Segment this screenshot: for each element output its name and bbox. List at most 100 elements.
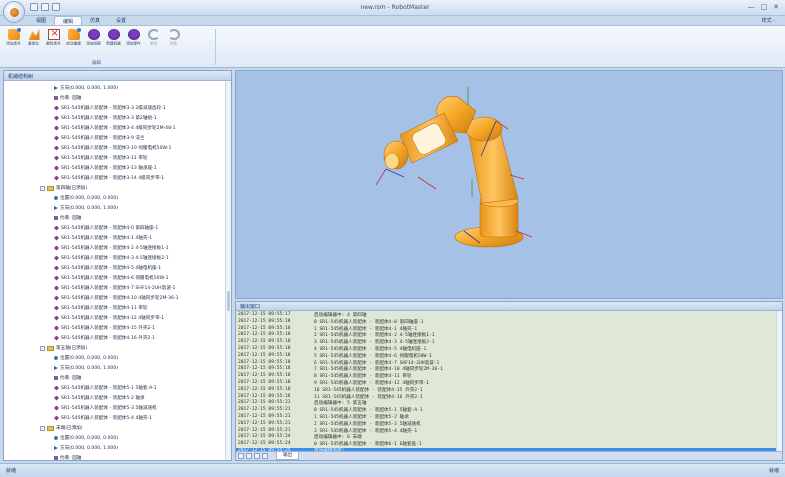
output-message: 2 SR1-545机器人装配体 - 装配体5-3 5轴减速机 xyxy=(314,421,421,427)
scrollbar-thumb[interactable] xyxy=(227,291,230,311)
tree-item[interactable]: 约束: 固轴 xyxy=(4,373,226,383)
minimize-button[interactable]: — xyxy=(748,3,755,11)
3d-viewport[interactable] xyxy=(235,70,783,299)
tab-edit[interactable]: 编辑 xyxy=(54,16,83,25)
tree-item[interactable]: 位置(0.000, 0.000, 0.000) xyxy=(4,193,226,203)
tree-scrollbar[interactable] xyxy=(225,81,231,460)
open-icon[interactable] xyxy=(41,3,49,11)
tab-simulate[interactable]: 仿真 xyxy=(82,16,108,25)
tree-item[interactable]: SR1-545机器人装配体 - 装配体4-12 4轴同步带-1 xyxy=(4,313,226,323)
tree-item[interactable]: SR1-545机器人装配体 - 装配体3-14 4级同步带-1 xyxy=(4,173,226,183)
maximize-button[interactable]: □ xyxy=(761,3,768,11)
tree-item[interactable]: SR1-545机器人装配体 - 装配体4-6 伺服电机50W-1 xyxy=(4,273,226,283)
tree-node-folder[interactable]: - 第五轴(已添加) xyxy=(4,343,226,353)
output-line[interactable]: 2017-12-15 09:55:18 5 SR1-545机器人装配体 - 装配体… xyxy=(236,353,776,360)
tree-item[interactable]: 位置(0.000, 0.000, 0.000) xyxy=(4,353,226,363)
tree-expander-icon[interactable]: - xyxy=(40,345,45,351)
add-servo-button[interactable]: 添加伺服 xyxy=(84,29,103,53)
relocate-button[interactable]: 重定位 xyxy=(24,29,43,53)
tree-node-folder[interactable]: - 第四轴(已添加) xyxy=(4,183,226,193)
output-scrollbar[interactable] xyxy=(776,311,782,453)
tree-item[interactable]: SR1-545机器人装配体 - 装配体3-10 伺服电机50W-1 xyxy=(4,143,226,153)
new-robot-button[interactable]: 新建机器 xyxy=(104,29,123,53)
tab-settings[interactable]: 设置 xyxy=(108,16,134,25)
tree-item[interactable]: SR1-545机器人装配体 - 装配体4-10 4轴同步轮2M-36-1 xyxy=(4,293,226,303)
output-line[interactable]: 2017-12-15 09:55:21 3 SR1-545机器人装配体 - 装配体… xyxy=(236,428,776,435)
prev-icon[interactable] xyxy=(246,453,252,459)
output-line[interactable]: 2017-12-15 09:55:24 0 SR1-545机器人装配体 - 装配体… xyxy=(236,441,776,448)
output-line[interactable]: 2017-12-15 09:55:21 0 SR1-545机器人装配体 - 装配体… xyxy=(236,407,776,414)
tree-item[interactable]: SR1-545机器人装配体 - 装配体4-1 4轴壳-1 xyxy=(4,233,226,243)
output-line[interactable]: 2017-12-15 09:55:18 3 SR1-545机器人装配体 - 装配体… xyxy=(236,339,776,346)
last-icon[interactable] xyxy=(262,453,268,459)
tree-item[interactable]: SR1-545机器人装配体 - 装配体3-3 2级减速齿轮-1 xyxy=(4,103,226,113)
tree-item[interactable]: SR1-545机器人装配体 - 装配体4-15 外壳2-1 xyxy=(4,323,226,333)
tree-item[interactable]: SR1-545机器人装配体 - 装配体4-0 第四轴座-1 xyxy=(4,223,226,233)
tree-item[interactable]: SR1-545机器人装配体 - 装配体5-4 4轴壳-1 xyxy=(4,413,226,423)
tree-item[interactable]: SR1-545机器人装配体 - 装配体3-11 带轮 xyxy=(4,153,226,163)
tree-item-label: SR1-545机器人装配体 - 装配体4-3 4-5轴连接板2-1 xyxy=(61,256,169,261)
output-line[interactable]: 2017-12-15 09:55:18 11 SR1-545机器人装配体 - 装配… xyxy=(236,394,776,401)
delete-link-label: 删除连杆 xyxy=(46,41,61,46)
tree-item[interactable]: 方向(0.000, 0.000, 1.000) xyxy=(4,83,226,93)
output-line[interactable]: 2017-12-15 09:55:18 10 SR1-545机器人装配体 - 装配… xyxy=(236,387,776,394)
output-line[interactable]: 2017-12-15 09:55:21 1 SR1-545机器人装配体 - 装配体… xyxy=(236,414,776,421)
output-line[interactable]: 2017-12-15 09:55:18 1 SR1-545机器人装配体 - 装配体… xyxy=(236,326,776,333)
tree-item[interactable]: SR1-545机器人装配体 - 装配体4-7 SHF14-2UH谐波-1 xyxy=(4,283,226,293)
output-line[interactable]: 2017-12-15 09:55:18 9 SR1-545机器人装配体 - 装配体… xyxy=(236,380,776,387)
output-timestamp: 2017-12-15 09:55:18 xyxy=(238,379,291,385)
close-button[interactable]: ✕ xyxy=(773,3,779,11)
tree-item[interactable]: 位置(0.000, 0.000, 0.000) xyxy=(4,433,226,443)
save-icon[interactable] xyxy=(30,3,38,11)
new-icon[interactable] xyxy=(52,3,60,11)
output-line[interactable]: 2017-12-15 09:55:18 7 SR1-545机器人装配体 - 装配体… xyxy=(236,366,776,373)
tree-item[interactable]: SR1-545机器人装配体 - 装配体5-2 轴承 xyxy=(4,393,226,403)
tree-item[interactable]: SR1-545机器人装配体 - 装配体3-4 4级同步轮2M-48-1 xyxy=(4,123,226,133)
tree-item[interactable]: SR1-545机器人装配体 - 装配体4-5 4轴电机座-1 xyxy=(4,263,226,273)
part-icon xyxy=(54,125,59,131)
tree-item[interactable]: SR1-545机器人装配体 - 装配体4-2 4-5轴连接板1-1 xyxy=(4,243,226,253)
tree-item[interactable]: SR1-545机器人装配体 - 装配体5-3 5轴减速机 xyxy=(4,403,226,413)
output-line[interactable]: 2017-12-15 09:55:21 2 SR1-545机器人装配体 - 装配体… xyxy=(236,421,776,428)
output-line[interactable]: 2017-12-15 09:55:18 4 SR1-545机器人装配体 - 装配体… xyxy=(236,346,776,353)
tree-item[interactable]: SR1-545机器人装配体 - 装配体4-16 外壳2-1 xyxy=(4,333,226,343)
output-line[interactable]: 2017-12-15 09:55:21 启动编辑器中: 5 第五轴 xyxy=(236,400,776,407)
tree-item-label: SR1-545机器人装配体 - 装配体3-10 伺服电机50W-1 xyxy=(61,146,172,151)
undo-button[interactable]: 撤销 xyxy=(144,29,163,53)
tree-node-folder[interactable]: - 末端(已添加) xyxy=(4,423,226,433)
output-line[interactable]: 2017-12-15 09:55:18 8 SR1-545机器人装配体 - 装配体… xyxy=(236,373,776,380)
tree-item[interactable]: SR1-545机器人装配体 - 装配体4-11 带轮 xyxy=(4,303,226,313)
redo-label: 恢复 xyxy=(169,41,178,46)
start-edit-button[interactable]: 启动编辑 xyxy=(64,28,83,53)
application-menu-button[interactable] xyxy=(3,1,25,23)
tree-item[interactable]: SR1-545机器人装配体 - 装配体3-13 轴承座-1 xyxy=(4,163,226,173)
next-icon[interactable] xyxy=(254,453,260,459)
tree-item[interactable]: 约束: 固轴 xyxy=(4,453,226,463)
output-line[interactable]: 2017-12-15 09:55:18 6 SR1-545机器人装配体 - 装配体… xyxy=(236,360,776,367)
tree-item[interactable]: 约束: 固轴 xyxy=(4,93,226,103)
tab-output[interactable]: 输出 xyxy=(276,452,300,460)
style-menu[interactable]: 样式 - xyxy=(762,17,775,24)
tree-item[interactable]: SR1-545机器人装配体 - 装配体4-3 4-5轴连接板2-1 xyxy=(4,253,226,263)
tree-item[interactable]: 方向(0.000, 0.000, 1.000) xyxy=(4,443,226,453)
tree-item[interactable]: 方向(0.000, 0.000, 1.000) xyxy=(4,203,226,213)
tree-item[interactable]: SR1-545机器人装配体 - 装配体5-1 5轴套-A-1 xyxy=(4,383,226,393)
tree-item[interactable]: 方向(0.000, 0.000, 1.000) xyxy=(4,363,226,373)
delete-link-button[interactable]: 删除连杆 xyxy=(44,28,63,53)
first-icon[interactable] xyxy=(238,453,244,459)
tree-expander-icon[interactable]: - xyxy=(40,185,45,191)
tree-item[interactable]: SR1-545机器人装配体 - 装配体3-9 法兰 xyxy=(4,133,226,143)
output-line[interactable]: 2017-12-15 09:55:18 2 SR1-545机器人装配体 - 装配体… xyxy=(236,332,776,339)
add-link-button[interactable]: 添加连杆 xyxy=(4,28,23,53)
tree-item-label: 约束: 固轴 xyxy=(60,96,82,101)
output-line[interactable]: 2017-12-15 09:55:24 启动编辑器中: 6 末端 xyxy=(236,434,776,441)
tree-item[interactable]: SR1-545机器人装配体 - 装配体3-3 第2轴组-1 xyxy=(4,113,226,123)
tree-item[interactable]: 约束: 固轴 xyxy=(4,213,226,223)
output-line[interactable]: 2017-12-15 09:55:18 0 SR1-545机器人装配体 - 装配体… xyxy=(236,319,776,326)
output-line[interactable]: 2017-12-15 09:55:17 启动编辑器中: 4 第四轴 xyxy=(236,312,776,319)
status-text-right: 就绪 xyxy=(768,468,779,474)
add-part-button[interactable]: 添加零件 xyxy=(124,29,143,53)
redo-button[interactable]: 恢复 xyxy=(164,29,183,53)
tab-view[interactable]: 视图 xyxy=(28,16,54,25)
tree-expander-icon[interactable]: - xyxy=(40,425,45,431)
